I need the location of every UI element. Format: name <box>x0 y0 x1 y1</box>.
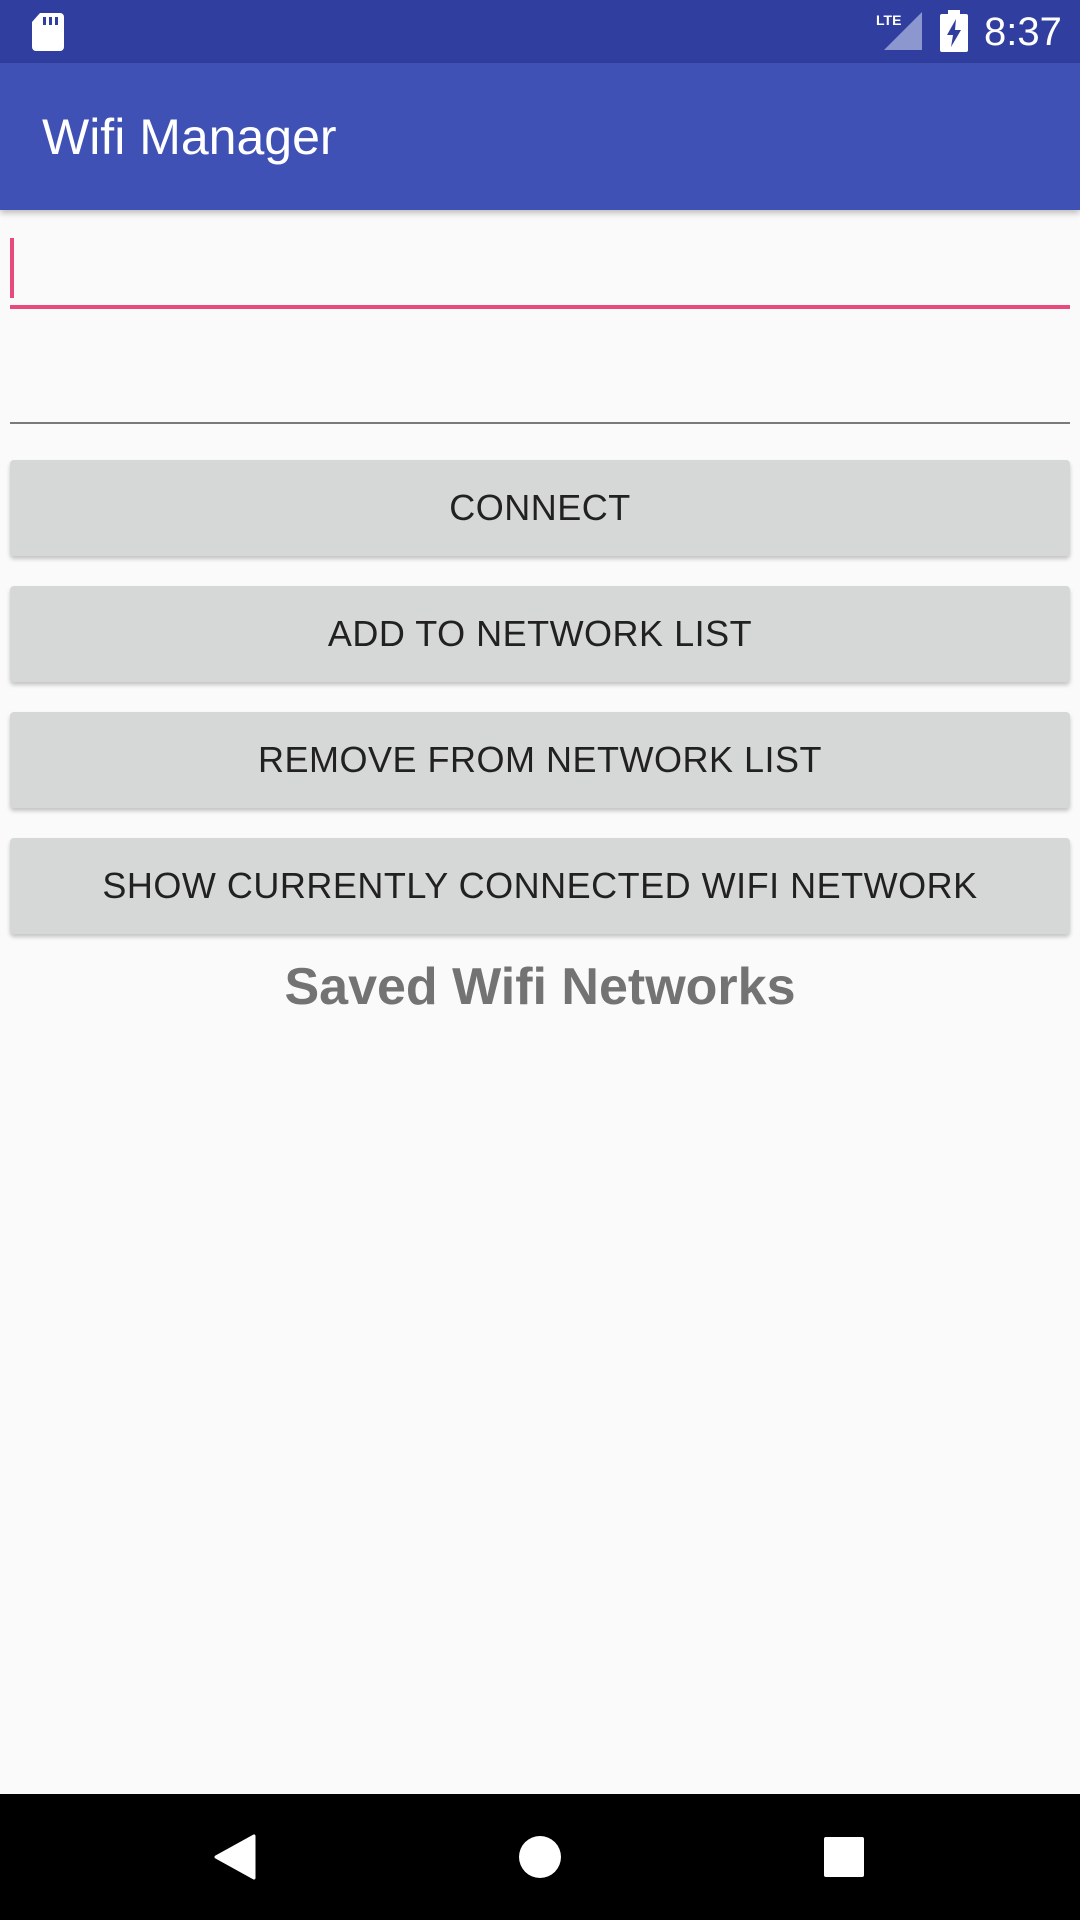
home-icon[interactable] <box>519 1836 561 1878</box>
app-bar: Wifi Manager <box>0 63 1080 210</box>
text-cursor <box>10 238 14 298</box>
connect-button[interactable]: CONNECT <box>10 460 1070 556</box>
remove-from-network-list-button[interactable]: REMOVE FROM NETWORK LIST <box>10 712 1070 808</box>
ssid-input[interactable] <box>10 232 1070 309</box>
recents-icon[interactable] <box>824 1837 864 1877</box>
app-title: Wifi Manager <box>42 109 337 165</box>
sd-card-icon <box>32 13 64 51</box>
saved-networks-title: Saved Wifi Networks <box>284 958 796 1016</box>
show-connected-network-button[interactable]: SHOW CURRENTLY CONNECTED WIFI NETWORK <box>10 838 1070 934</box>
back-icon[interactable] <box>214 1834 256 1880</box>
password-input[interactable] <box>10 345 1070 424</box>
add-to-network-list-button[interactable]: ADD TO NETWORK LIST <box>10 586 1070 682</box>
lte-label: LTE <box>876 12 901 28</box>
navigation-bar <box>0 1794 1080 1920</box>
status-bar: LTE 8:37 <box>0 0 1080 63</box>
lte-signal-icon: LTE <box>876 12 922 50</box>
status-time: 8:37 <box>984 10 1062 54</box>
battery-charging-icon <box>940 10 968 52</box>
